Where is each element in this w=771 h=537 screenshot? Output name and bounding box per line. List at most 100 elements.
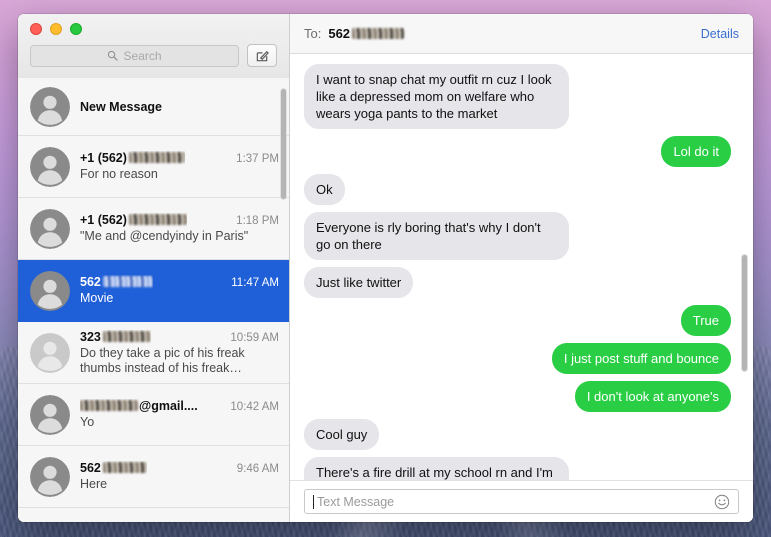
sidebar-toolbar: Search (18, 14, 289, 78)
conversation-name: +1 (562) (80, 151, 185, 165)
message-row: Everyone is rly boring that's why I don'… (304, 212, 731, 260)
sidebar: Search New Message +1 (562) 1:37 PM For no … (18, 14, 290, 522)
avatar (30, 86, 70, 127)
message-row: I want to snap chat my outfit rn cuz I l… (299, 64, 731, 129)
conversation-body: 562 9:46 AM Here (80, 461, 279, 492)
incoming-bubble[interactable]: There's a fire drill at my school rn and… (304, 457, 569, 480)
conversation-body: +1 (562) 1:37 PM For no reason (80, 151, 279, 182)
conversation-preview: Movie (80, 291, 114, 305)
search-input[interactable]: Search (30, 44, 239, 67)
details-link[interactable]: Details (701, 27, 739, 41)
name-redaction (102, 276, 153, 287)
zoom-button[interactable] (70, 23, 82, 35)
conversation-name: 562 (80, 275, 153, 289)
outgoing-bubble[interactable]: I don't look at anyone's (574, 381, 737, 412)
outgoing-bubble[interactable]: I just post stuff and bounce (551, 343, 731, 374)
minimize-button[interactable] (50, 23, 62, 35)
conversation-name: 323 (80, 330, 151, 344)
recipient-text: 562 (328, 26, 351, 41)
name-redaction-prefix (80, 400, 138, 411)
message-row: Ok (304, 174, 731, 205)
conversation-title-row: 323 10:59 AM (80, 330, 279, 344)
avatar (30, 208, 70, 249)
conversation-time: 10:59 AM (230, 331, 279, 344)
conversation-body: @gmail.... 10:42 AM Yo (80, 399, 279, 430)
conversation-name: New Message (80, 99, 162, 114)
conversation-name: +1 (562) (80, 213, 187, 227)
messages-window: Search New Message +1 (562) 1:37 PM For no … (18, 14, 753, 522)
conversation-time: 1:18 PM (236, 215, 279, 227)
name-redaction (128, 214, 187, 225)
thread-pane: To: 562 Details I want to snap chat my o… (290, 14, 753, 522)
name-redaction (128, 152, 185, 163)
conversation-title-row: New Message (80, 100, 279, 114)
avatar (30, 146, 70, 187)
message-row: Lol do it (304, 136, 736, 167)
thread-scrollbar-thumb[interactable] (741, 254, 748, 372)
conversation-row[interactable]: New Message (18, 78, 289, 136)
message-row: I just post stuff and bounce (304, 343, 731, 374)
conversation-title-row: +1 (562) 1:18 PM (80, 213, 279, 227)
avatar (30, 456, 70, 497)
conversation-row[interactable]: @gmail.... 10:42 AM Yo (18, 384, 289, 446)
conversation-time: 9:46 AM (236, 463, 279, 475)
message-row: Cool guy (298, 419, 731, 450)
conversation-name: 562 (80, 461, 147, 475)
conversation-body: 323 10:59 AM Do they take a pic of his fre… (80, 330, 279, 376)
outgoing-bubble[interactable]: Lol do it (661, 136, 736, 167)
search-icon (108, 50, 119, 61)
conversation-row[interactable]: 562 11:47 AM Movie (18, 260, 289, 322)
outgoing-bubble[interactable]: True (680, 305, 731, 336)
conversation-body: New Message (80, 100, 279, 114)
message-row: Just like twitter (298, 267, 731, 298)
message-row: True (304, 305, 731, 336)
incoming-bubble[interactable]: Just like twitter (298, 267, 414, 298)
message-input[interactable]: Text Message (304, 489, 739, 514)
conversation-title-row: 562 11:47 AM (80, 275, 279, 289)
incoming-bubble[interactable]: Everyone is rly boring that's why I don'… (304, 212, 569, 260)
avatar (30, 332, 70, 373)
compose-icon (256, 50, 269, 62)
composer: Text Message (290, 480, 753, 522)
conversation-preview: Yo (80, 415, 95, 429)
conversation-time: 11:47 AM (231, 277, 279, 289)
close-button[interactable] (30, 23, 42, 35)
conversation-row[interactable]: +1 (562) 1:18 PM "Me and @cendyindy in Par… (18, 198, 289, 260)
conversation-preview: Do they take a pic of his freak thumbs i… (80, 345, 245, 375)
message-row: I don't look at anyone's (304, 381, 737, 412)
conversation-name: @gmail.... (80, 399, 198, 413)
text-caret (313, 494, 314, 509)
search-placeholder: Search (123, 48, 162, 63)
message-list: I want to snap chat my outfit rn cuz I l… (290, 54, 753, 480)
window-controls (30, 23, 82, 35)
message-placeholder: Text Message (317, 494, 395, 509)
conversation-time: 1:37 PM (236, 153, 279, 165)
to-label: To: (304, 26, 322, 41)
conversation-row[interactable]: 323 10:59 AM Do they take a pic of his fre… (18, 322, 289, 384)
avatar (30, 270, 70, 311)
incoming-bubble[interactable]: Ok (304, 174, 345, 205)
conversation-body: +1 (562) 1:18 PM "Me and @cendyindy in Par… (80, 213, 279, 244)
conversation-row[interactable]: +1 (562) 1:37 PM For no reason (18, 136, 289, 198)
name-redaction (102, 462, 147, 473)
conversation-title-row: @gmail.... 10:42 AM (80, 399, 279, 413)
recipient-field[interactable]: 562 (328, 26, 405, 41)
smiley-icon[interactable] (714, 494, 730, 510)
conversation-title-row: +1 (562) 1:37 PM (80, 151, 279, 165)
compose-button[interactable] (247, 44, 277, 67)
thread-header: To: 562 Details (290, 14, 753, 54)
sidebar-scrollbar-thumb[interactable] (280, 88, 287, 200)
search-row: Search (30, 44, 277, 67)
conversation-preview: For no reason (80, 167, 158, 181)
conversation-row[interactable]: 562 9:46 AM Here (18, 446, 289, 508)
conversation-preview: Here (80, 477, 108, 491)
incoming-bubble[interactable]: I want to snap chat my outfit rn cuz I l… (299, 64, 569, 129)
conversation-list[interactable]: New Message +1 (562) 1:37 PM For no reason +… (18, 78, 289, 522)
conversation-preview: "Me and @cendyindy in Paris" (80, 229, 249, 243)
incoming-bubble[interactable]: Cool guy (298, 419, 380, 450)
conversation-body: 562 11:47 AM Movie (80, 275, 279, 306)
avatar (30, 394, 70, 435)
name-redaction (102, 330, 151, 342)
message-row: There's a fire drill at my school rn and… (304, 457, 731, 480)
recipient-redaction (352, 28, 405, 39)
